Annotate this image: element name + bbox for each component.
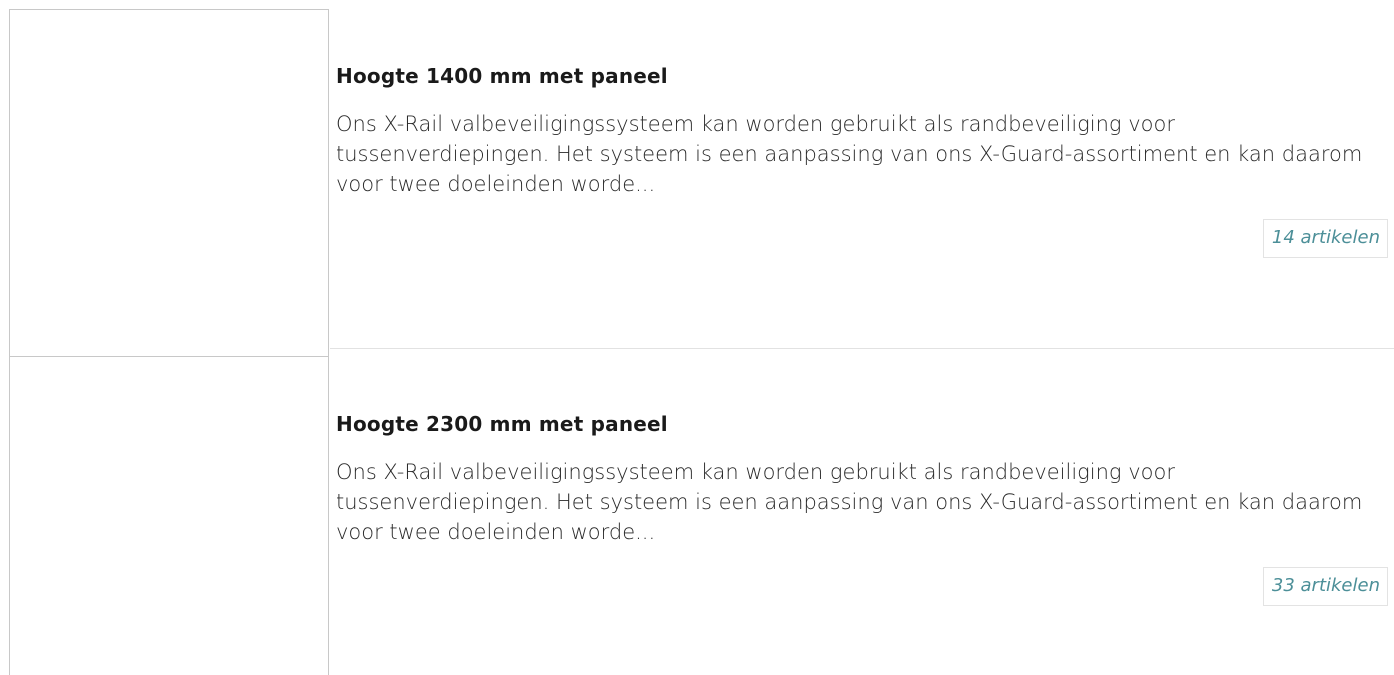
category-count-link[interactable]: 33 artikelen <box>1262 567 1388 606</box>
category-thumbnail[interactable] <box>9 356 329 675</box>
category-thumbnail[interactable] <box>9 9 329 358</box>
category-content: Hoogte 2300 mm met paneel Ons X-Rail val… <box>336 410 1388 607</box>
category-content: Hoogte 1400 mm met paneel Ons X-Rail val… <box>336 62 1388 259</box>
category-item: Hoogte 1400 mm met paneel Ons X-Rail val… <box>0 0 1394 358</box>
category-title[interactable]: Hoogte 1400 mm met paneel <box>336 62 1388 90</box>
category-count-row: 14 artikelen <box>336 219 1388 259</box>
category-list: Hoogte 1400 mm met paneel Ons X-Rail val… <box>0 0 1394 675</box>
category-item: Hoogte 2300 mm met paneel Ons X-Rail val… <box>0 348 1394 675</box>
category-title[interactable]: Hoogte 2300 mm met paneel <box>336 410 1388 438</box>
category-count-link[interactable]: 14 artikelen <box>1262 219 1388 258</box>
category-description: Ons X-Rail valbeveiligingssysteem kan wo… <box>336 112 1363 196</box>
category-description: Ons X-Rail valbeveiligingssysteem kan wo… <box>336 460 1363 544</box>
category-count-row: 33 artikelen <box>336 567 1388 607</box>
